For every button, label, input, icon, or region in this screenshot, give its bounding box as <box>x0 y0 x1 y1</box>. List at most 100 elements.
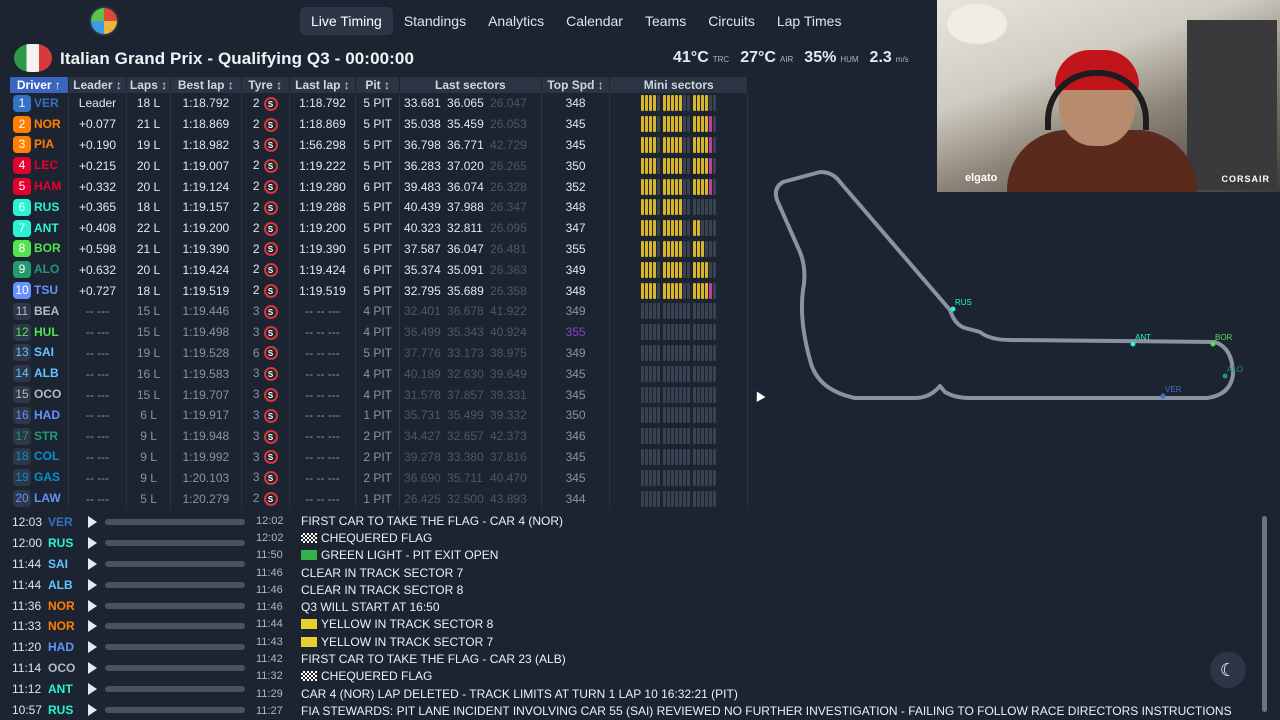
table-row[interactable]: 8 BOR +0.598 21 L 1:19.390 2 S 1:19.390 5 PIT 37.… <box>10 238 748 260</box>
table-row[interactable]: 12 HUL -- --- 15 L 1:19.498 3 S -- -- --- 4 PIT 3… <box>10 321 748 343</box>
message-text: GREEN LIGHT - PIT EXIT OPEN <box>321 548 499 563</box>
mini-sector-bar <box>683 324 687 341</box>
nav-item-teams[interactable]: Teams <box>634 7 697 35</box>
column-header[interactable]: Best lap ↕ <box>170 77 242 93</box>
table-row[interactable]: 10 TSU +0.727 18 L 1:19.519 2 S 1:19.519 5 PIT 32… <box>10 280 748 301</box>
play-icon[interactable] <box>88 557 97 570</box>
lap-time: 11:12 <box>12 681 42 696</box>
table-row[interactable]: 17 STR -- --- 9 L 1:19.948 3 S -- -- --- 2 PIT 34… <box>10 425 748 447</box>
lap-list-item[interactable]: 11:44 ALB <box>12 574 252 595</box>
last-lap: -- -- --- <box>289 300 357 322</box>
column-header[interactable]: Pit ↕ <box>355 77 401 93</box>
lap-list-item[interactable]: 12:03 VER <box>12 512 252 533</box>
table-row[interactable]: 18 COL -- --- 9 L 1:19.992 3 S -- -- --- 2 PIT 39… <box>10 446 748 468</box>
driver-code: NOR <box>34 116 61 131</box>
table-row[interactable]: 7 ANT +0.408 22 L 1:19.200 2 S 1:19.200 5 PIT 40.… <box>10 217 748 239</box>
table-row[interactable]: 19 GAS -- --- 9 L 1:20.103 3 S -- -- --- 2 PIT 36… <box>10 467 748 489</box>
column-header[interactable]: Mini sectors <box>609 77 748 93</box>
app-logo[interactable] <box>89 6 119 36</box>
play-icon[interactable] <box>88 516 97 529</box>
play-icon[interactable] <box>88 578 97 591</box>
driver-code: HAM <box>34 179 62 194</box>
driver-code: BOR <box>34 241 61 256</box>
lap-list-item[interactable]: 11:44 SAI <box>12 554 252 575</box>
play-icon[interactable] <box>88 703 97 716</box>
table-row[interactable]: 6 RUS +0.365 18 L 1:19.157 2 S 1:19.288 5 PIT 40.… <box>10 196 748 218</box>
play-icon[interactable] <box>88 682 97 695</box>
sector-time: 35.711 <box>447 470 483 485</box>
mini-sector-bar <box>683 261 687 278</box>
race-control-scrollbar[interactable] <box>1262 516 1267 712</box>
table-row[interactable]: 16 HAD -- --- 6 L 1:19.917 3 S -- -- --- 1 PIT 35… <box>10 404 748 426</box>
nav-item-calendar[interactable]: Calendar <box>555 7 634 35</box>
nav-item-live-timing[interactable]: Live Timing <box>300 7 393 35</box>
mini-sector-bar <box>675 282 679 299</box>
column-header[interactable]: Tyre ↕ <box>241 77 290 93</box>
column-header[interactable]: Last sectors <box>399 77 542 93</box>
lap-list-item[interactable]: 11:36 NOR <box>12 595 252 616</box>
sector-time: 35.689 <box>447 283 484 298</box>
corsair-logo: CORSAIR <box>1221 174 1270 184</box>
column-header[interactable]: Leader ↕ <box>68 77 128 93</box>
mini-sector-bar <box>663 136 667 153</box>
play-icon[interactable] <box>88 620 97 633</box>
mini-sector-bar <box>687 116 691 133</box>
race-control-message: 11:44 YELLOW IN TRACK SECTOR 8 <box>256 616 1256 633</box>
column-header[interactable]: Laps ↕ <box>126 77 171 93</box>
mini-sector-bar <box>663 95 667 112</box>
position-badge: 13 <box>13 344 31 362</box>
table-row[interactable]: 9 ALO +0.632 20 L 1:19.424 2 S 1:19.424 6 PIT 35.… <box>10 259 748 281</box>
nav-item-standings[interactable]: Standings <box>393 7 477 35</box>
mini-sector-bar <box>679 282 683 299</box>
column-header[interactable]: Last lap ↕ <box>289 77 357 93</box>
mini-sector-bar <box>709 220 713 237</box>
pit-count: 4 PIT <box>355 321 401 343</box>
mini-sector-bar <box>709 428 713 445</box>
mini-sector-bar <box>675 448 679 465</box>
lap-list-item[interactable]: 11:14 OCO <box>12 658 252 679</box>
sector-time: 37.020 <box>447 158 484 173</box>
pit-count: 4 PIT <box>355 300 401 322</box>
table-row[interactable]: 5 HAM +0.332 20 L 1:19.124 2 S 1:19.280 6 PIT 39.… <box>10 176 748 197</box>
play-icon[interactable] <box>88 537 97 550</box>
play-icon[interactable] <box>88 641 97 654</box>
play-icon[interactable] <box>88 661 97 674</box>
table-row[interactable]: 11 BEA -- --- 15 L 1:19.446 3 S -- -- --- 4 PIT 3… <box>10 300 748 322</box>
mini-sector-bar <box>687 469 691 486</box>
mini-sector-bar <box>649 220 653 237</box>
lap-list-item[interactable]: 11:20 HAD <box>12 637 252 658</box>
column-header[interactable]: Top Spd ↕ <box>541 77 611 93</box>
gap-to-leader: Leader <box>68 93 128 114</box>
mini-sector-bar <box>667 448 671 465</box>
table-row[interactable]: 20 LAW -- --- 5 L 1:20.279 2 S -- -- --- 1 PIT 26… <box>10 488 748 509</box>
lap-list-item[interactable]: 11:33 NOR <box>12 616 252 637</box>
table-row[interactable]: 4 LEC +0.215 20 L 1:19.007 2 S 1:19.222 5 PIT 36.… <box>10 155 748 177</box>
lap-list-item[interactable]: 12:00 RUS <box>12 533 252 554</box>
mini-sector-bar <box>697 365 701 382</box>
laps-count: 16 L <box>126 363 171 385</box>
mini-sector-bar <box>653 428 657 445</box>
mini-sector-bar <box>657 448 661 465</box>
driver-code: ANT <box>34 220 59 235</box>
table-row[interactable]: 14 ALB -- --- 16 L 1:19.583 3 S -- -- --- 4 PIT 4… <box>10 363 748 385</box>
nav-item-lap-times[interactable]: Lap Times <box>766 7 853 35</box>
table-row[interactable]: 2 NOR +0.077 21 L 1:18.869 2 S 1:18.869 5 PIT 35.… <box>10 113 748 135</box>
table-row[interactable]: 13 SAI -- --- 19 L 1:19.528 6 S -- -- --- 5 PIT 3… <box>10 342 748 364</box>
mini-sector-bar <box>663 490 667 507</box>
best-lap: 1:19.390 <box>170 238 242 260</box>
table-row[interactable]: 15 OCO -- --- 15 L 1:19.707 3 S -- -- --- 4 PIT 3… <box>10 384 748 405</box>
driver-code: VER <box>34 95 59 110</box>
mini-sector-bar <box>693 261 697 278</box>
table-row[interactable]: 3 PIA +0.190 19 L 1:18.982 3 S 1:56.298 5 PIT 36.… <box>10 134 748 156</box>
nav-item-circuits[interactable]: Circuits <box>697 7 766 35</box>
table-row[interactable]: 1 VER Leader 18 L 1:18.792 2 S 1:18.792 5 PIT 33.… <box>10 93 748 114</box>
nav-item-analytics[interactable]: Analytics <box>477 7 555 35</box>
sector-time: 35.731 <box>404 408 441 423</box>
play-icon[interactable] <box>88 599 97 612</box>
mini-sector-bar <box>671 157 675 174</box>
lap-list-item[interactable]: 10:57 RUS <box>12 699 252 720</box>
mini-sector-bar <box>679 365 683 382</box>
column-header[interactable]: Driver ↑ <box>10 77 69 93</box>
dark-mode-toggle[interactable]: ☾ <box>1210 652 1246 688</box>
lap-list-item[interactable]: 11:12 ANT <box>12 678 252 699</box>
